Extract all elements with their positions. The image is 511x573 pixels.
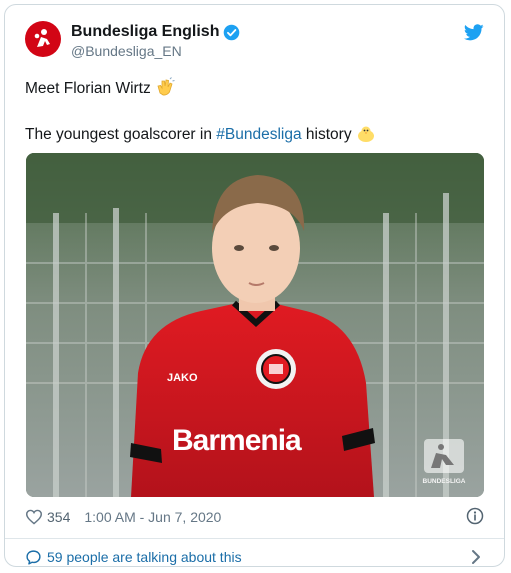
author-display-name[interactable]: Bundesliga English <box>71 22 219 42</box>
author-block: Bundesliga English @Bundesliga_EN <box>71 22 240 60</box>
bundesliga-watermark: BUNDESLIGA <box>423 439 466 485</box>
clapping-hands-emoji <box>155 77 175 103</box>
tweet-text-prefix: The youngest goalscorer in <box>25 126 217 143</box>
conversation-link[interactable]: 59 people are talking about this <box>47 549 242 565</box>
avatar[interactable] <box>25 21 61 57</box>
author-handle[interactable]: @Bundesliga_EN <box>71 42 240 60</box>
player-photo: JAKO Barmenia BUNDESLIGA <box>26 153 484 497</box>
kit-brand-text: JAKO <box>167 372 198 384</box>
tweet-timestamp[interactable]: 1:00 AM - Jun 7, 2020 <box>84 509 221 525</box>
info-icon[interactable] <box>466 507 484 525</box>
hashtag-link[interactable]: #Bundesliga <box>216 126 301 143</box>
tweet-meta: 354 1:00 AM - Jun 7, 2020 <box>25 507 488 527</box>
bundesliga-logo-icon <box>34 29 50 47</box>
tweet-card: Bundesliga English @Bundesliga_EN Meet F… <box>4 4 505 567</box>
tweet-header: Bundesliga English @Bundesliga_EN <box>25 21 488 65</box>
jersey-sponsor-text: Barmenia <box>172 424 302 457</box>
speech-bubble-icon <box>25 549 42 566</box>
twitter-bird-icon[interactable] <box>463 24 484 46</box>
baby-chick-emoji <box>356 125 376 149</box>
heart-icon[interactable] <box>25 509 43 525</box>
tweet-text: Meet Florian Wirtz The youngest goalscor… <box>25 77 488 149</box>
chevron-right-icon[interactable] <box>470 549 482 565</box>
conversation-row[interactable]: 59 people are talking about this <box>25 547 488 566</box>
verified-badge-icon <box>223 24 240 41</box>
tweet-intro-text: Meet Florian Wirtz <box>25 80 151 97</box>
watermark-text: BUNDESLIGA <box>423 478 466 485</box>
author-name-row: Bundesliga English <box>71 22 240 42</box>
tweet-text-suffix: history <box>301 126 352 143</box>
like-count[interactable]: 354 <box>47 509 70 525</box>
tweet-text-line-2: The youngest goalscorer in #Bundesliga h… <box>25 125 488 149</box>
divider <box>5 538 504 539</box>
tweet-text-line-1: Meet Florian Wirtz <box>25 77 488 103</box>
tweet-photo[interactable]: JAKO Barmenia BUNDESLIGA <box>26 153 484 497</box>
